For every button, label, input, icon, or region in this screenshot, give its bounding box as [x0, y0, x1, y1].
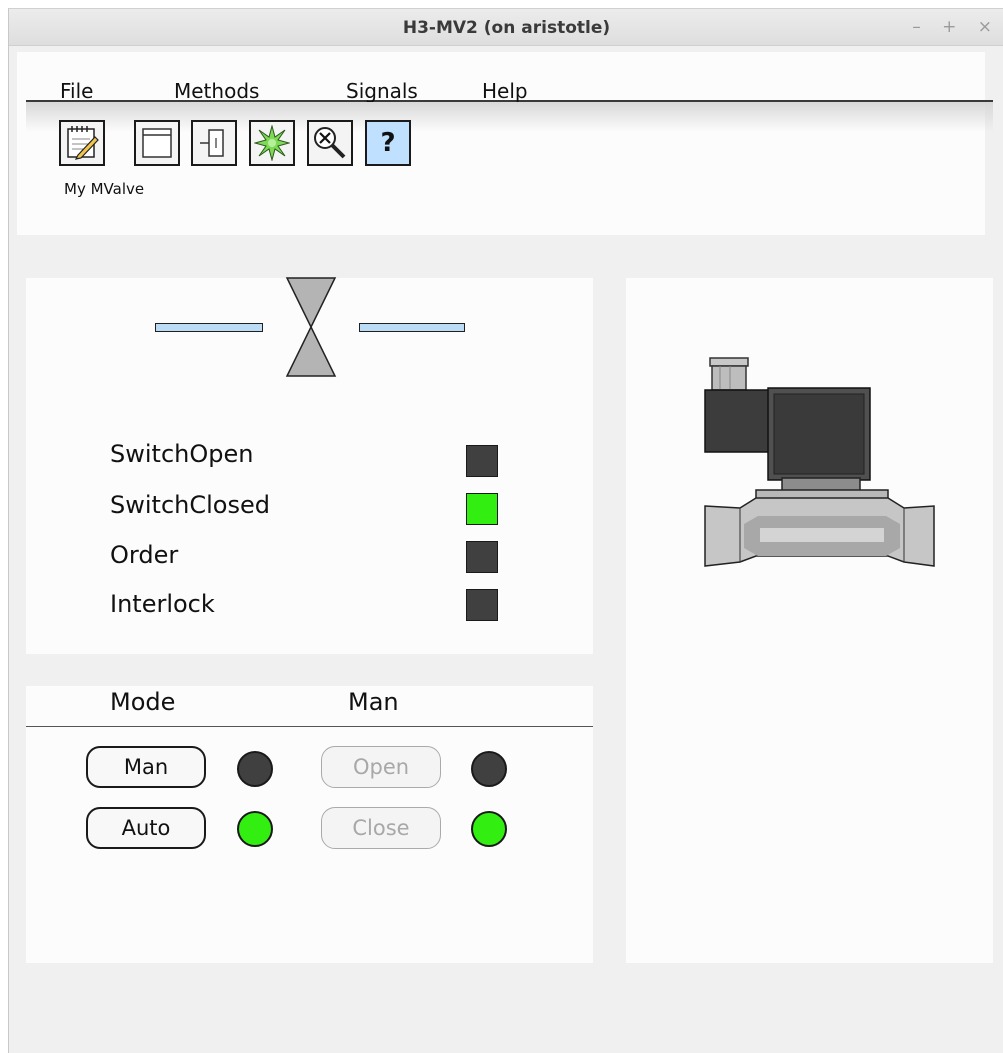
man-header: Man — [348, 688, 399, 716]
auto-button[interactable]: Auto — [86, 807, 206, 849]
window-title: H3-MV2 (on aristotle) — [402, 18, 611, 38]
close-valve-button[interactable]: Close — [321, 807, 441, 849]
man-button[interactable]: Man — [86, 746, 206, 788]
help-button[interactable]: ? — [365, 120, 411, 166]
signal-indicator-interlock — [466, 589, 498, 621]
pipe-left — [155, 323, 263, 332]
zoom-icon — [314, 127, 346, 159]
star-icon — [254, 125, 290, 161]
menu-file[interactable]: File — [60, 79, 93, 103]
open-indicator — [471, 751, 507, 787]
mode-divider — [26, 726, 593, 727]
help-icon: ? — [380, 128, 396, 158]
trace-button[interactable] — [191, 120, 237, 166]
signal-label-interlock: Interlock — [110, 590, 215, 618]
mode-header: Mode — [110, 688, 176, 716]
minimize-button[interactable]: – — [912, 17, 921, 37]
window-icon — [142, 128, 172, 158]
valve-symbol[interactable] — [284, 276, 338, 378]
signal-label-switchclosed: SwitchClosed — [110, 491, 270, 519]
notebook-button[interactable] — [59, 120, 105, 166]
menu-methods[interactable]: Methods — [174, 79, 259, 103]
pipe-right — [359, 323, 465, 332]
block-icon — [200, 129, 224, 157]
close-indicator — [471, 811, 507, 847]
man-indicator — [237, 751, 273, 787]
object-name: My MValve — [64, 180, 145, 198]
signal-indicator-order — [466, 541, 498, 573]
close-button[interactable]: × — [978, 17, 992, 37]
title-bar[interactable]: H3-MV2 (on aristotle) – + × — [9, 9, 1003, 46]
menu-help[interactable]: Help — [482, 79, 528, 103]
simulate-button[interactable] — [249, 120, 295, 166]
signal-label-order: Order — [110, 541, 179, 569]
menu-bar: File Methods Signals Help — [26, 68, 993, 103]
auto-indicator — [237, 811, 273, 847]
signal-label-switchopen: SwitchOpen — [110, 440, 254, 468]
open-button[interactable]: Open — [321, 746, 441, 788]
signal-indicator-switchclosed — [466, 493, 498, 525]
maximize-button[interactable]: + — [942, 17, 956, 37]
crossref-button[interactable] — [307, 120, 353, 166]
notebook-icon — [67, 126, 99, 160]
solenoid-valve-image — [704, 357, 935, 567]
menu-signals[interactable]: Signals — [346, 79, 418, 103]
graph-button[interactable] — [134, 120, 180, 166]
signal-indicator-switchopen — [466, 445, 498, 477]
